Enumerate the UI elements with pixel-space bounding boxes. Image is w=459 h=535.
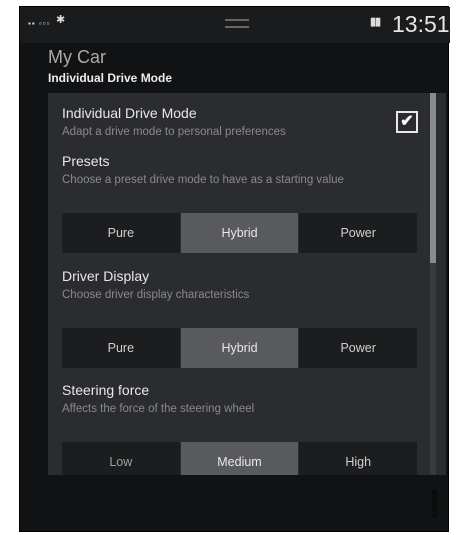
steering-force-description: Affects the force of the steering wheel (62, 403, 255, 415)
driver-display-description: Choose driver display characteristics (62, 289, 250, 301)
individual-drive-mode-checkbox[interactable]: ✔ (396, 111, 418, 133)
steering-force-option-medium[interactable]: Medium (180, 442, 299, 475)
bluetooth-icon: ✱ (56, 14, 66, 26)
presets-title: Presets (62, 153, 110, 169)
clock: 13:51 (392, 11, 450, 37)
driver-display-option-power[interactable]: Power (299, 328, 418, 368)
driver-display-option-pure[interactable]: Pure (62, 328, 180, 368)
individual-drive-mode-title: Individual Drive Mode (62, 105, 197, 121)
driver-display-option-hybrid[interactable]: Hybrid (180, 328, 299, 368)
steering-force-option-high[interactable]: High (299, 442, 418, 475)
presets-option-pure[interactable]: Pure (62, 213, 180, 253)
presets-selector: Pure Hybrid Power (62, 213, 418, 253)
settings-panel: Individual Drive Mode Adapt a drive mode… (48, 93, 446, 475)
individual-drive-mode-description: Adapt a drive mode to personal preferenc… (62, 126, 286, 138)
page-subtitle: Individual Drive Mode (48, 71, 173, 85)
signal-icon: ▪▪ ▫▫▫ (28, 19, 51, 28)
image-code: G063300 (430, 480, 444, 520)
steering-force-title: Steering force (62, 382, 150, 398)
steering-force-option-low[interactable]: Low (62, 442, 180, 475)
scrollbar-thumb[interactable] (430, 93, 436, 263)
pause-icon: ▮▮ (370, 16, 381, 28)
scrollbar[interactable] (430, 93, 436, 475)
center-display: ▪▪ ▫▫▫ ✱ ▮▮ 13:51 My Car Individual Driv… (19, 6, 450, 532)
image-code-text: G063300 (432, 489, 439, 518)
top-view-handle[interactable] (225, 19, 249, 28)
presets-option-hybrid[interactable]: Hybrid (180, 213, 299, 253)
status-bar: ▪▪ ▫▫▫ ✱ ▮▮ 13:51 (20, 7, 450, 43)
presets-option-power[interactable]: Power (299, 213, 418, 253)
driver-display-title: Driver Display (62, 268, 150, 284)
driver-display-selector: Pure Hybrid Power (62, 328, 418, 368)
steering-force-selector: Low Medium High (62, 442, 418, 475)
presets-description: Choose a preset drive mode to have as a … (62, 174, 344, 186)
page-title: My Car (48, 47, 106, 67)
